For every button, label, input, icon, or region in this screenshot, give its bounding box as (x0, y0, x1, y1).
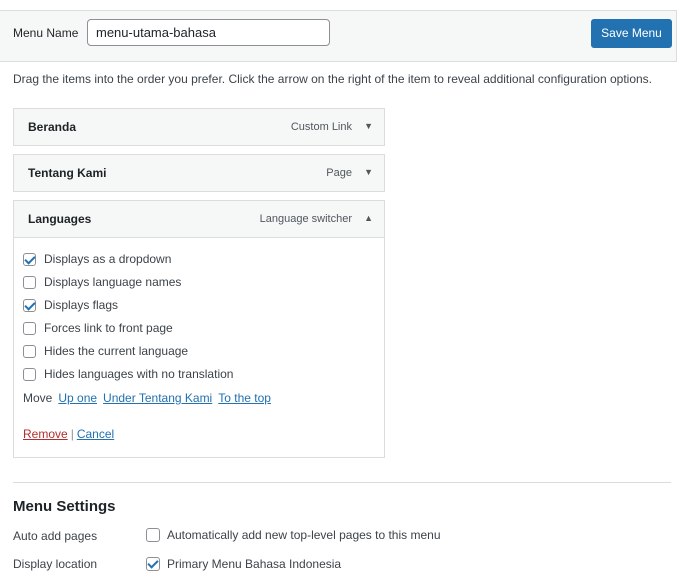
menu-item-handle[interactable]: Beranda Custom Link ▼ (14, 109, 384, 145)
section-divider (13, 482, 671, 483)
option-hide-current[interactable]: Hides the current language (23, 344, 188, 358)
menu-item-type: Custom Link (290, 121, 352, 133)
hide-untranslated-checkbox[interactable] (23, 367, 36, 381)
menu-settings-heading: Menu Settings (13, 498, 116, 515)
item-actions: Remove | Cancel (23, 427, 114, 441)
move-label: Move (23, 391, 53, 405)
expand-arrow-icon[interactable]: ▼ (364, 167, 373, 177)
option-force-front-page[interactable]: Forces link to front page (23, 321, 173, 335)
option-label: Displays as a dropdown (44, 252, 172, 266)
display-location-option[interactable]: Primary Menu Bahasa Indonesia (146, 557, 341, 571)
force-front-page-checkbox[interactable] (23, 321, 36, 335)
move-row: Move Up one Under Tentang Kami To the top (23, 391, 271, 405)
option-dropdown[interactable]: Displays as a dropdown (23, 252, 171, 266)
option-label: Hides the current language (44, 344, 189, 358)
hide-current-checkbox[interactable] (23, 344, 36, 358)
language-names-checkbox[interactable] (23, 275, 36, 289)
menu-editor: Menu Name menu-utama-bahasa Save Menu Dr… (0, 0, 684, 573)
option-flags[interactable]: Displays flags (23, 298, 118, 312)
action-separator: | (70, 427, 74, 441)
menu-item-settings: Displays as a dropdown Displays language… (14, 237, 384, 457)
option-hide-untranslated[interactable]: Hides languages with no translation (23, 367, 233, 381)
menu-item-beranda[interactable]: Beranda Custom Link ▼ (13, 108, 385, 146)
menu-item-type: Page (326, 167, 352, 179)
move-to-top-link[interactable]: To the top (218, 391, 271, 405)
save-menu-button[interactable]: Save Menu (591, 19, 672, 48)
menu-item-languages[interactable]: Languages Language switcher ▲ Displays a… (13, 200, 385, 458)
auto-add-option[interactable]: Automatically add new top-level pages to… (146, 528, 441, 542)
auto-add-option-label: Automatically add new top-level pages to… (167, 528, 441, 542)
move-under-link[interactable]: Under Tentang Kami (103, 391, 212, 405)
menu-item-title: Tentang Kami (28, 166, 107, 180)
menu-item-title: Languages (28, 212, 92, 226)
cancel-link[interactable]: Cancel (77, 427, 114, 441)
option-label: Displays flags (44, 298, 119, 312)
menu-item-tentang-kami[interactable]: Tentang Kami Page ▼ (13, 154, 385, 192)
instructions-text: Drag the items into the order you prefer… (13, 72, 653, 86)
menu-name-input[interactable]: menu-utama-bahasa (87, 19, 330, 46)
display-location-checkbox[interactable] (146, 557, 160, 571)
menu-item-handle[interactable]: Tentang Kami Page ▼ (14, 155, 384, 191)
remove-link[interactable]: Remove (23, 427, 68, 441)
menu-item-handle[interactable]: Languages Language switcher ▲ (14, 201, 384, 237)
auto-add-checkbox[interactable] (146, 528, 160, 542)
move-up-one-link[interactable]: Up one (58, 391, 97, 405)
menu-name-label: Menu Name (13, 26, 79, 40)
display-location-option-label: Primary Menu Bahasa Indonesia (167, 557, 342, 571)
option-label: Hides languages with no translation (44, 367, 234, 381)
menu-item-type: Language switcher (259, 213, 352, 225)
option-label: Displays language names (44, 275, 182, 289)
display-location-label: Display location (13, 557, 98, 571)
dropdown-checkbox[interactable] (23, 252, 36, 266)
menu-header: Menu Name menu-utama-bahasa Save Menu (0, 10, 677, 62)
collapse-arrow-icon[interactable]: ▲ (364, 213, 373, 223)
menu-item-title: Beranda (28, 120, 77, 134)
flags-checkbox[interactable] (23, 298, 36, 312)
expand-arrow-icon[interactable]: ▼ (364, 121, 373, 131)
option-label: Forces link to front page (44, 321, 173, 335)
option-language-names[interactable]: Displays language names (23, 275, 181, 289)
auto-add-label: Auto add pages (13, 529, 98, 543)
